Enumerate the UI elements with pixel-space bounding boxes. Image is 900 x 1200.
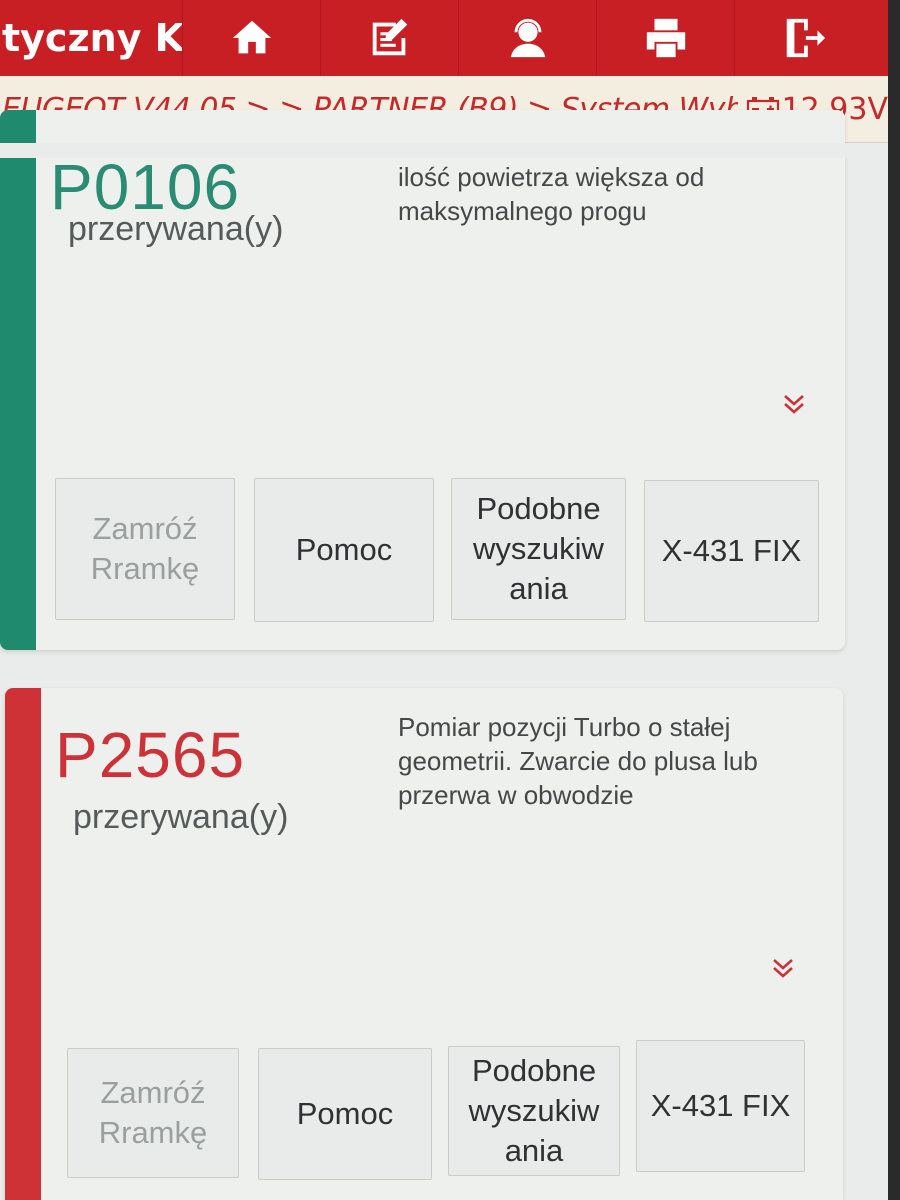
fault-card: P0106 przerywana(y) ilość powietrza więk… [0, 110, 845, 650]
severity-stripe [0, 110, 36, 650]
report-edit-icon [372, 18, 407, 56]
similar-search-button[interactable]: Podobne wyszukiw ania [451, 478, 626, 620]
x431-fix-button[interactable]: X-431 FIX [636, 1040, 805, 1172]
screen-bezel [888, 0, 900, 1200]
exit-icon [786, 18, 825, 58]
fault-status: przerywana(y) [73, 798, 289, 836]
similar-search-button[interactable]: Podobne wyszukiw ania [448, 1046, 620, 1176]
expand-chevron-icon[interactable] [769, 954, 797, 982]
fault-description: Pomiar pozycji Turbo o stałej geometrii.… [398, 712, 758, 810]
severity-stripe [5, 688, 41, 1200]
user-button[interactable] [458, 0, 596, 76]
fault-description: ilość powietrza większa od maksymalnego … [398, 162, 705, 226]
scroll-clip [0, 143, 888, 158]
expand-chevron-icon[interactable] [780, 390, 808, 418]
report-button[interactable] [320, 0, 458, 76]
home-icon [232, 20, 271, 54]
freeze-frame-button[interactable]: Zamróź Rramkę [55, 478, 235, 620]
app-title: tyczny K [2, 16, 182, 60]
print-icon [646, 18, 685, 58]
top-nav-bar: tyczny K [0, 0, 900, 76]
fault-code: P2565 [55, 719, 246, 791]
freeze-frame-button[interactable]: Zamróź Rramkę [67, 1048, 239, 1178]
print-button[interactable] [596, 0, 734, 76]
fault-status: przerywana(y) [68, 210, 284, 248]
help-button[interactable]: Pomoc [258, 1048, 432, 1180]
home-button[interactable] [182, 0, 320, 76]
user-support-icon [510, 18, 545, 58]
help-button[interactable]: Pomoc [254, 478, 434, 622]
fault-card: P2565 przerywana(y) Pomiar pozycji Turbo… [5, 688, 843, 1200]
exit-button[interactable] [734, 0, 872, 76]
x431-fix-button[interactable]: X-431 FIX [644, 480, 819, 622]
